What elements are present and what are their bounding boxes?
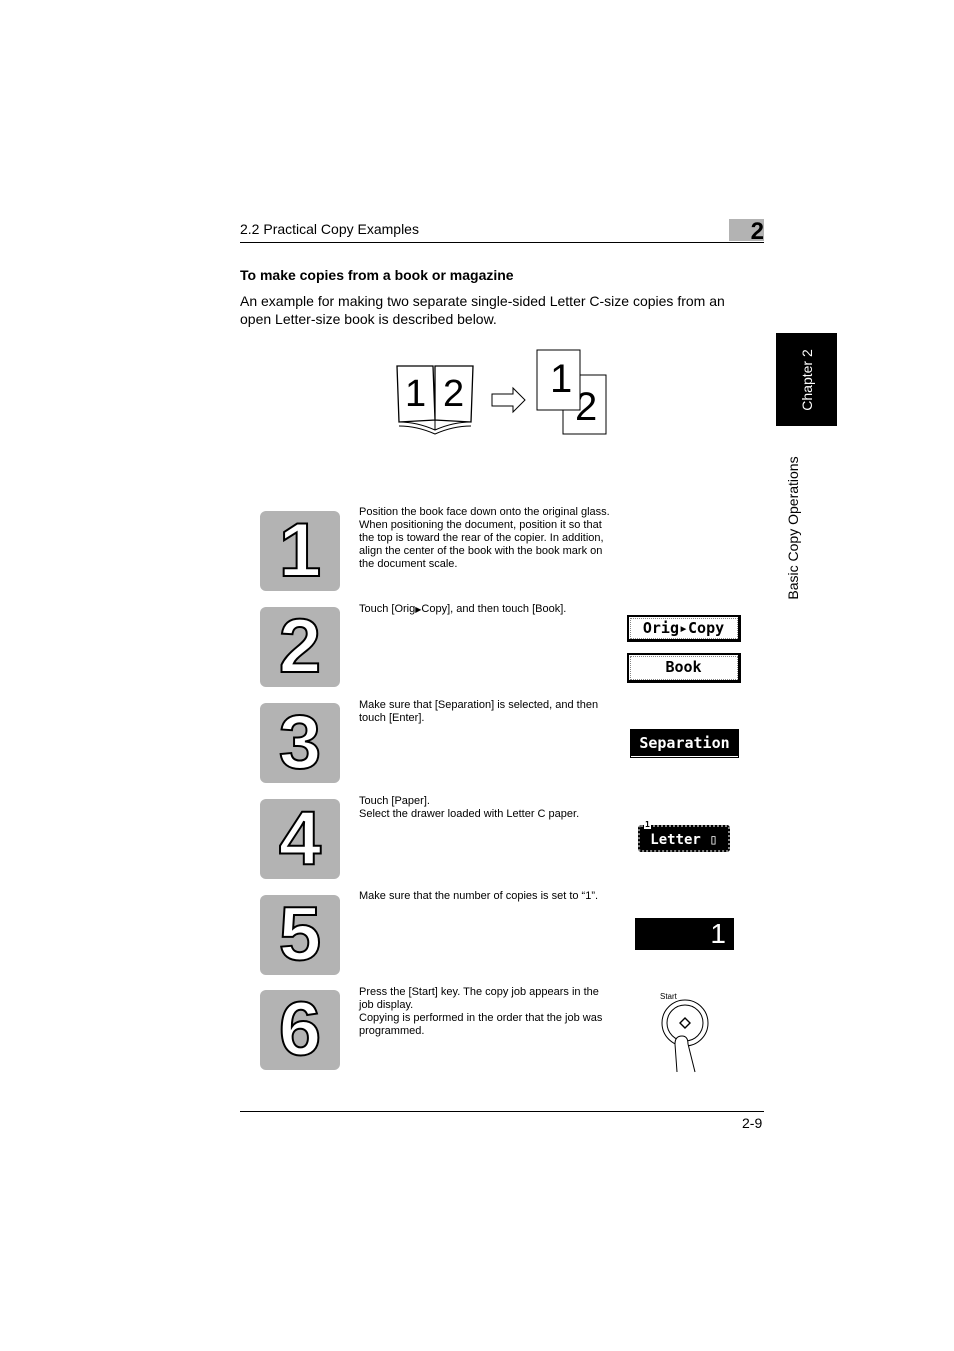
- book-page-2: 2: [443, 373, 464, 415]
- step-number-1: 1: [260, 510, 340, 592]
- chapter-tab-label: Chapter 2: [798, 348, 815, 411]
- copy-count-display: 1: [635, 918, 734, 950]
- separation-button[interactable]: Separation: [630, 729, 739, 758]
- step-number-5: 5: [260, 894, 340, 976]
- book-button[interactable]: Book: [627, 653, 741, 683]
- page-number: 2-9: [742, 1115, 763, 1131]
- header-rule: [240, 242, 764, 243]
- start-key-label: Start: [660, 992, 678, 1001]
- orig-copy-button[interactable]: Orig▸Copy: [627, 615, 741, 642]
- step-2-text-b: Copy], and then touch [Book].: [421, 603, 567, 615]
- intro-text: An example for making two separate singl…: [240, 293, 725, 327]
- step-number-3: 3: [260, 702, 340, 784]
- manual-page: 2.2 Practical Copy Examples 2 To make co…: [0, 0, 954, 1351]
- book-to-copies-illustration: 1 2 2 1: [396, 349, 607, 435]
- chapter-tab: Chapter 2: [776, 333, 837, 426]
- step-2-text-a: Touch [Orig: [359, 603, 416, 615]
- letter-paper-button[interactable]: 1 Letter ▯: [638, 820, 730, 852]
- copy-page-1: 1: [550, 357, 572, 401]
- step-number-2: 2: [260, 606, 340, 688]
- step-number-4: 4: [260, 798, 340, 880]
- step-3-text: Make sure that [Separation] is selected,…: [359, 699, 599, 724]
- paper-icon: ▯: [709, 832, 718, 848]
- step-2-text: Touch [Orig▶Copy], and then touch [Book]…: [359, 603, 614, 616]
- chapter-number-badge: 2: [729, 219, 764, 245]
- drawer-number: 1: [644, 820, 651, 829]
- step-1-text: Position the book face down onto the ori…: [359, 506, 610, 570]
- page-title: To make copies from a book or magazine: [240, 267, 514, 283]
- step-4-text: Touch [Paper]. Select the drawer loaded …: [359, 795, 580, 820]
- step-number-6: 6: [260, 989, 340, 1071]
- arrow-right-icon: [491, 386, 526, 414]
- side-section-label: Basic Copy Operations: [785, 456, 801, 600]
- book-page-1: 1: [405, 373, 426, 415]
- footer-rule: [240, 1111, 764, 1112]
- section-header: 2.2 Practical Copy Examples: [240, 221, 419, 237]
- paper-size-label: Letter: [650, 832, 701, 848]
- step-5-text: Make sure that the number of copies is s…: [359, 890, 599, 902]
- start-key-illustration[interactable]: Start: [655, 988, 720, 1076]
- step-6-text: Press the [Start] key. The copy job appe…: [359, 986, 603, 1037]
